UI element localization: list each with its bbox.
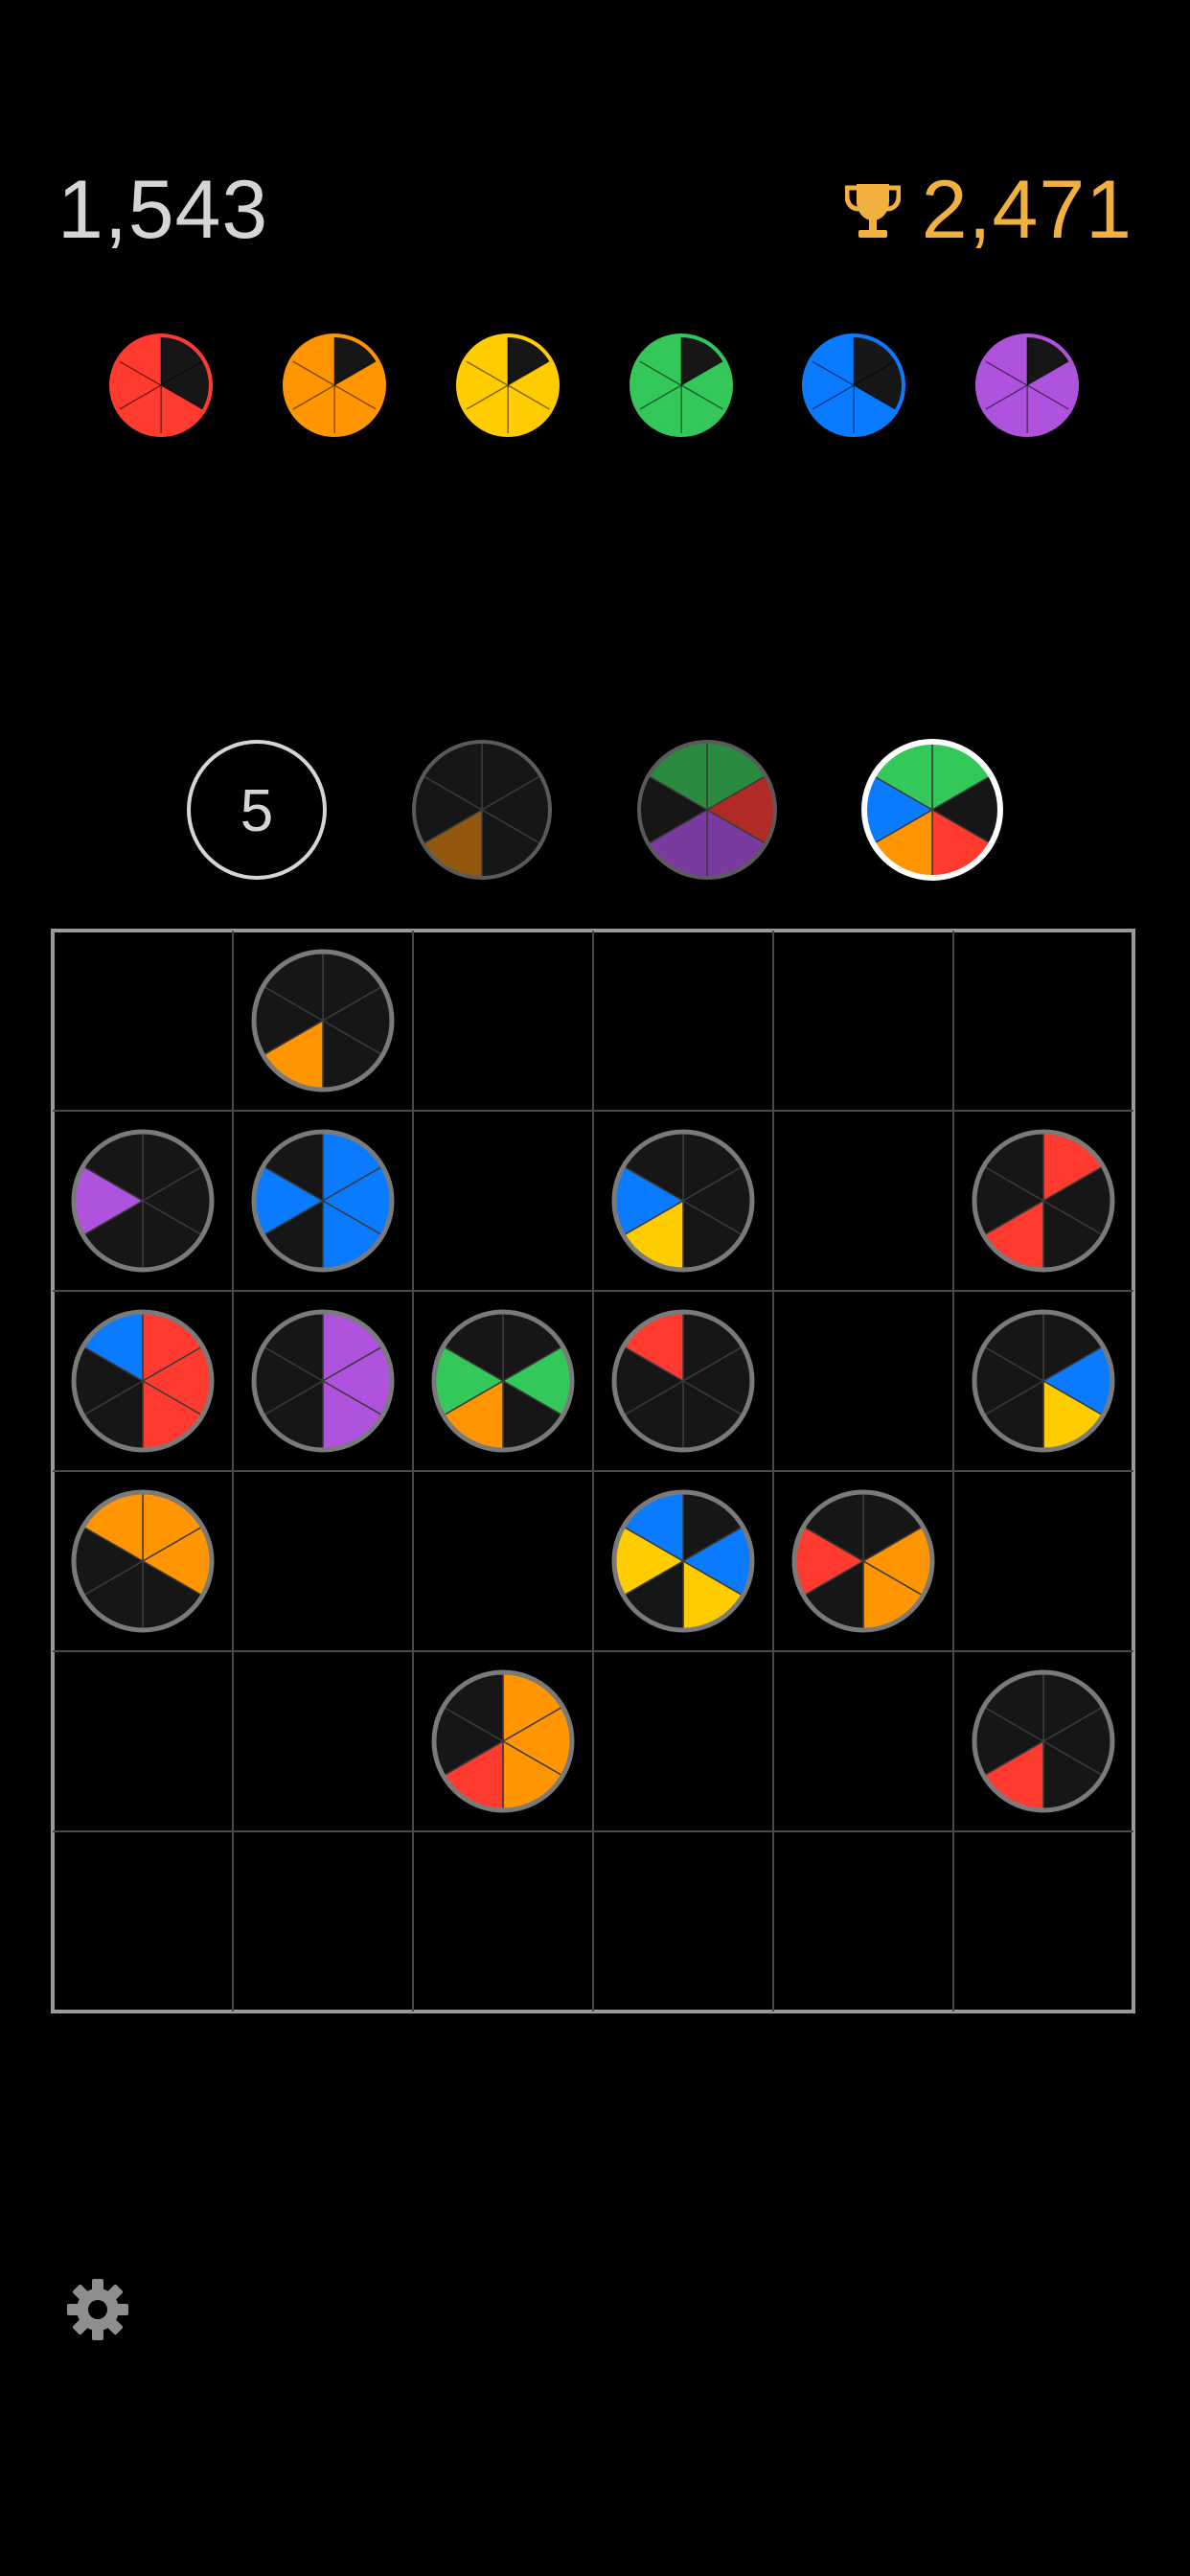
board-piece[interactable] bbox=[611, 1489, 755, 1633]
trophy-icon bbox=[844, 183, 901, 238]
piece-queue: 5 bbox=[187, 739, 1003, 881]
progress-wheel-orange bbox=[283, 334, 386, 437]
board-piece[interactable] bbox=[431, 1309, 575, 1453]
queue-counter-label: 5 bbox=[240, 778, 273, 844]
board-piece[interactable] bbox=[251, 949, 395, 1092]
board-piece[interactable] bbox=[71, 1129, 215, 1273]
queue-piece-selected[interactable] bbox=[861, 739, 1003, 881]
queue-piece[interactable] bbox=[412, 740, 552, 880]
queue-piece[interactable] bbox=[637, 740, 777, 880]
board-piece[interactable] bbox=[431, 1669, 575, 1813]
game-screen: 1,543 2,471 5 bbox=[0, 0, 1190, 2576]
board-piece[interactable] bbox=[972, 1129, 1115, 1273]
game-board[interactable] bbox=[50, 928, 1140, 2018]
board-piece[interactable] bbox=[71, 1489, 215, 1633]
board-piece[interactable] bbox=[251, 1129, 395, 1273]
board-piece[interactable] bbox=[972, 1309, 1115, 1453]
best-score: 2,471 bbox=[844, 163, 1133, 258]
board-piece[interactable] bbox=[71, 1309, 215, 1453]
board-piece[interactable] bbox=[611, 1309, 755, 1453]
board-piece[interactable] bbox=[791, 1489, 935, 1633]
gear-icon[interactable] bbox=[65, 2277, 130, 2342]
progress-wheel-yellow bbox=[456, 334, 560, 437]
queue-counter: 5 bbox=[187, 740, 327, 880]
progress-wheel-blue bbox=[802, 334, 905, 437]
progress-wheel-red bbox=[109, 334, 213, 437]
color-progress-row bbox=[109, 334, 1079, 437]
current-score: 1,543 bbox=[57, 164, 269, 256]
board-piece[interactable] bbox=[972, 1669, 1115, 1813]
progress-wheel-green bbox=[629, 334, 733, 437]
progress-wheel-purple bbox=[975, 334, 1079, 437]
best-score-value: 2,471 bbox=[921, 164, 1133, 256]
board-piece[interactable] bbox=[251, 1309, 395, 1453]
board-piece[interactable] bbox=[611, 1129, 755, 1273]
